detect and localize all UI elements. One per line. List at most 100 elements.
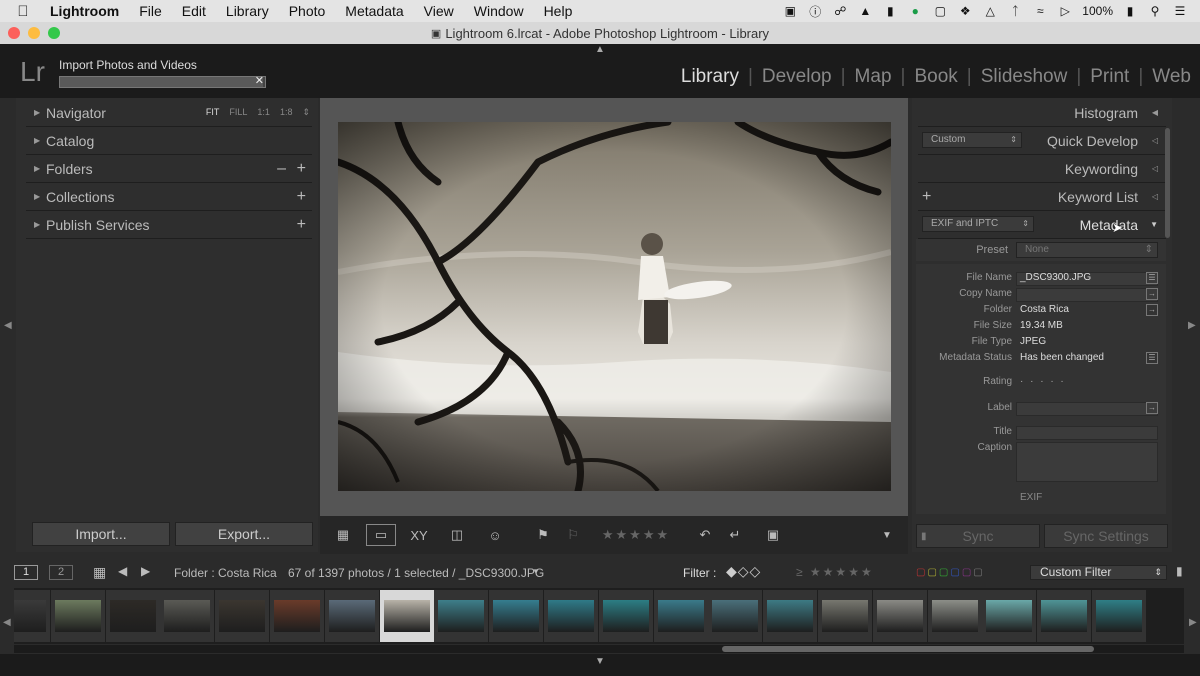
- title-input[interactable]: [1016, 426, 1158, 440]
- flag-filter-icon[interactable]: ◆◇◇: [726, 563, 761, 580]
- filmstrip-thumbnail[interactable]: [1092, 590, 1146, 642]
- loupe-view-icon[interactable]: ▭: [366, 524, 396, 546]
- add-keyword-icon[interactable]: +: [922, 188, 931, 206]
- minimize-window-button[interactable]: [28, 27, 40, 39]
- filmstrip-thumbnail[interactable]: [653, 590, 708, 642]
- drive-icon[interactable]: ▲: [857, 4, 873, 18]
- star-rating-icon[interactable]: ★★★★★: [596, 524, 676, 546]
- filmstrip-right-arrow-icon[interactable]: ▶: [1189, 617, 1197, 628]
- label-input[interactable]: [1016, 402, 1158, 416]
- collapse-top-panel-icon[interactable]: ▲: [595, 44, 605, 55]
- filmstrip-thumbnail[interactable]: [763, 590, 818, 642]
- menu-metadata[interactable]: Metadata: [335, 3, 413, 19]
- filmstrip-thumbnail[interactable]: [489, 590, 544, 642]
- panel-quick-develop[interactable]: Custom ⇕ Quick Develop ◁: [918, 127, 1166, 155]
- filmstrip-thumbnail[interactable]: [598, 590, 653, 642]
- compare-view-icon[interactable]: XY: [404, 524, 434, 546]
- search-icon[interactable]: ⚲: [1147, 4, 1163, 18]
- field-edit-icon[interactable]: ☰: [1146, 272, 1158, 284]
- page-2-button[interactable]: 2: [49, 565, 73, 580]
- import-button[interactable]: Import...: [32, 522, 170, 546]
- add-folder-icon[interactable]: +: [297, 160, 306, 178]
- crop-overlay-icon[interactable]: ▣: [758, 524, 788, 546]
- rotate-left-icon[interactable]: ↶: [690, 524, 720, 546]
- field-go-icon[interactable]: →: [1146, 288, 1158, 300]
- filmstrip-scroll-thumb[interactable]: [722, 646, 1094, 652]
- list-icon[interactable]: ☰: [1172, 4, 1188, 18]
- panel-catalog[interactable]: ▶ Catalog: [26, 127, 312, 155]
- sync-settings-button[interactable]: Sync Settings: [1044, 524, 1168, 548]
- filmstrip-thumbnail[interactable]: [50, 590, 105, 642]
- zoom-fill[interactable]: FILL: [229, 107, 247, 118]
- remove-folder-icon[interactable]: –: [277, 160, 286, 178]
- volume-icon[interactable]: ▷: [1057, 4, 1073, 18]
- camera-icon[interactable]: ▣: [782, 4, 798, 18]
- creative-cloud-icon[interactable]: ☍: [832, 4, 848, 18]
- page-1-button[interactable]: 1: [14, 565, 38, 580]
- close-window-button[interactable]: [8, 27, 20, 39]
- module-library[interactable]: Library: [672, 66, 748, 88]
- panel-histogram[interactable]: Histogram ◀: [918, 99, 1166, 127]
- add-publish-service-icon[interactable]: +: [297, 216, 306, 234]
- filmstrip-thumbnail[interactable]: [270, 590, 324, 642]
- survey-view-icon[interactable]: ◫: [442, 524, 472, 546]
- filmstrip-left-arrow-icon[interactable]: ◀: [3, 617, 11, 628]
- module-map[interactable]: Map: [846, 66, 901, 88]
- app-menu[interactable]: Lightroom: [46, 3, 129, 19]
- menu-edit[interactable]: Edit: [172, 3, 216, 19]
- filmstrip-thumbnail[interactable]: [434, 590, 489, 642]
- info-icon[interactable]: ⓘ: [807, 4, 823, 19]
- field-box[interactable]: [1016, 288, 1158, 302]
- filmstrip-thumbnail[interactable]: [544, 590, 598, 642]
- filmstrip-thumbnail[interactable]: [818, 590, 872, 642]
- color-label-filter-icon[interactable]: ▢▢▢▢▢▢: [916, 567, 985, 578]
- menu-photo[interactable]: Photo: [279, 3, 336, 19]
- panel-collections[interactable]: ▶ Collections +: [26, 183, 312, 211]
- filmstrip-thumbnail[interactable]: [215, 590, 270, 642]
- module-book[interactable]: Book: [905, 66, 966, 88]
- module-develop[interactable]: Develop: [753, 66, 841, 88]
- panel-navigator[interactable]: ▶ Navigator FIT FILL 1:1 1:8 ⇕: [26, 99, 312, 127]
- filmstrip-thumbnail[interactable]: [872, 590, 927, 642]
- panel-metadata[interactable]: EXIF and IPTC ⇕ Metadata ▼: [918, 211, 1166, 239]
- menu-file[interactable]: File: [129, 3, 172, 19]
- zoom-fit[interactable]: FIT: [206, 107, 220, 118]
- menu-library[interactable]: Library: [216, 3, 279, 19]
- filter-preset-select[interactable]: Custom Filter ⇕: [1030, 565, 1167, 580]
- menu-view[interactable]: View: [414, 3, 464, 19]
- toolbar-menu-icon[interactable]: ▼: [872, 524, 902, 546]
- main-photo[interactable]: [338, 122, 891, 491]
- zoom-1-8[interactable]: 1:8: [280, 107, 293, 118]
- panel-folders[interactable]: ▶ Folders – +: [26, 155, 312, 183]
- grammarly-icon[interactable]: ●: [907, 4, 923, 18]
- menu-help[interactable]: Help: [534, 3, 583, 19]
- grid-view-icon[interactable]: ▦: [93, 564, 106, 581]
- menu-window[interactable]: Window: [464, 3, 534, 19]
- rating-filter-icon[interactable]: ≥ ★★★★★: [796, 565, 874, 579]
- panel-publish-services[interactable]: ▶ Publish Services +: [26, 211, 312, 239]
- panel-keywording[interactable]: Keywording ◁: [918, 155, 1166, 183]
- loupe-view[interactable]: [320, 98, 908, 516]
- filmstrip-thumbnail[interactable]: [1037, 590, 1092, 642]
- grid-view-icon[interactable]: ▦: [328, 524, 358, 546]
- filmstrip-thumbnail[interactable]: [982, 590, 1037, 642]
- filmstrip-thumbnail[interactable]: [105, 590, 160, 642]
- add-collection-icon[interactable]: +: [297, 188, 306, 206]
- field-edit-icon[interactable]: ☰: [1146, 352, 1158, 364]
- field-go-icon[interactable]: →: [1146, 304, 1158, 316]
- filmstrip-thumbnail[interactable]: [708, 590, 763, 642]
- dropdown-arrow-icon[interactable]: ▼: [532, 567, 540, 576]
- flag-reject-icon[interactable]: ⚐: [558, 524, 588, 546]
- evernote-icon[interactable]: ▮: [882, 4, 898, 18]
- sync-button[interactable]: ▮ Sync: [916, 524, 1040, 548]
- filmstrip-scrollbar[interactable]: [14, 645, 1184, 653]
- dropbox-icon[interactable]: ❖: [957, 4, 973, 18]
- cancel-import-icon[interactable]: ✕: [255, 74, 264, 87]
- flag-pick-icon[interactable]: ⚑: [528, 524, 558, 546]
- rating-dots[interactable]: · · · · ·: [1020, 376, 1066, 387]
- collapse-left-panel-icon[interactable]: ◀: [4, 320, 12, 331]
- zoom-stepper-icon[interactable]: ⇕: [302, 107, 310, 118]
- photo-count-label[interactable]: 67 of 1397 photos / 1 selected / _DSC930…: [288, 566, 544, 580]
- people-view-icon[interactable]: ☺: [480, 524, 510, 546]
- rotate-right-icon[interactable]: ↵: [720, 524, 750, 546]
